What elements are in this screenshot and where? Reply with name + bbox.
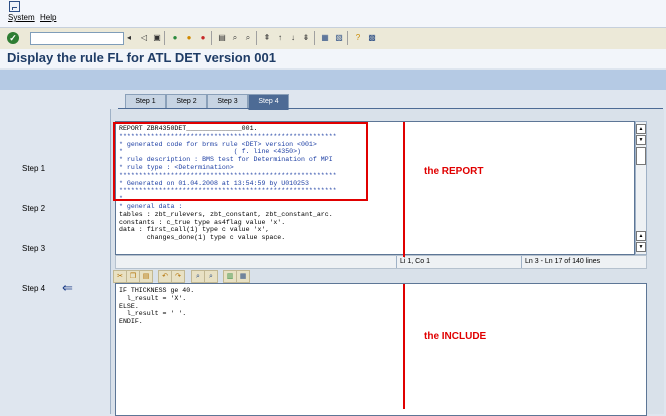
step-2-label: Step 2 (22, 204, 46, 213)
create-session-icon[interactable]: ▦ (320, 33, 330, 43)
tab-step-3[interactable]: Step 3 (207, 94, 248, 109)
include-code-editor[interactable]: IF THICKNESS ge 40. l_result = 'X'. ELSE.… (115, 283, 647, 416)
menu-bar: System Help (0, 0, 666, 28)
find-icon[interactable]: ⌕ (230, 33, 240, 43)
system-menu-icon[interactable] (9, 1, 20, 12)
toolbar-separator (347, 31, 348, 45)
menu-item-system[interactable]: System (8, 13, 35, 22)
include-code-line: l_result = 'X'. (119, 294, 187, 302)
report-annotation-line (403, 122, 405, 257)
report-annotation-label: the REPORT (424, 166, 484, 177)
redo-icon[interactable]: ↷ (171, 270, 185, 283)
previous-entries-icon[interactable]: ◁ (139, 33, 149, 43)
scroll-up-icon[interactable]: ▲ (636, 231, 646, 241)
exit-icon[interactable]: ● (184, 33, 194, 43)
include-annotation-line (403, 284, 405, 409)
standard-toolbar: ✓ ◂ ◁ ▣ ● ● ● ▤ ⌕ ⌕ ⇞ ↑ ↓ ⇟ ▦ ▧ ? ▩ (0, 28, 666, 50)
include-code-line: IF THICKNESS ge 40. (119, 287, 195, 294)
report-code-line: * general data : (119, 203, 183, 210)
command-dropdown-icon[interactable]: ◂ (124, 33, 134, 43)
page-title: Display the rule FL for ATL DET version … (7, 50, 276, 65)
toolbar-separator (164, 31, 165, 45)
tab-step-2[interactable]: Step 2 (166, 94, 207, 109)
include-code-line: ENDIF. (119, 318, 143, 326)
step-1-label: Step 1 (22, 164, 46, 173)
toolbar-separator (211, 31, 212, 45)
include-code-line: l_result = ' '. (119, 310, 187, 318)
insert-icon[interactable]: ▦ (236, 270, 250, 283)
paste-icon[interactable]: ▤ (139, 270, 153, 283)
report-code-line: constants : c_true type as4flag value 'x… (119, 218, 286, 226)
last-page-icon[interactable]: ⇟ (301, 33, 311, 43)
tab-step-1[interactable]: Step 1 (125, 94, 166, 109)
copy-icon[interactable]: ❐ (126, 270, 140, 283)
editor-status-bar: Li 1, Co 1 Ln 3 - Ln 17 of 140 lines (115, 255, 647, 269)
line-range: Ln 3 - Ln 17 of 140 lines (521, 256, 600, 268)
application-toolbar (0, 70, 666, 90)
cursor-position: Li 1, Co 1 (396, 256, 430, 268)
step-4-label: Step 4 (22, 284, 46, 293)
find-next-icon[interactable]: ⌕ (204, 270, 218, 283)
cut-icon[interactable]: ✂ (113, 270, 127, 283)
block-icon[interactable]: ▥ (223, 270, 237, 283)
layout-icon[interactable]: ▩ (367, 33, 377, 43)
menu-item-help[interactable]: Help (40, 13, 56, 22)
enter-icon[interactable]: ✓ (7, 32, 19, 44)
report-header-highlight (113, 122, 368, 201)
editor-toolbar: ✂ ❐ ▤ ↶ ↷ ⌕ ⌕ ▥ ▦ (113, 268, 250, 283)
scroll-up-icon[interactable]: ▲ (636, 124, 646, 134)
find-next-icon[interactable]: ⌕ (243, 33, 253, 43)
report-code-line: data : first_call(1) type c value 'x', (119, 226, 270, 234)
command-field[interactable] (30, 32, 124, 45)
include-code-line: ELSE. (119, 302, 139, 310)
previous-page-icon[interactable]: ↑ (275, 33, 285, 43)
report-code-line: changes_done(1) type c value space. (119, 234, 286, 242)
back-icon[interactable]: ● (170, 33, 180, 43)
tab-strip: Step 1 Step 2 Step 3 Step 4 (118, 94, 661, 110)
cancel-icon[interactable]: ● (198, 33, 208, 43)
include-annotation-label: the INCLUDE (424, 331, 487, 342)
undo-icon[interactable]: ↶ (158, 270, 172, 283)
save-icon[interactable]: ▣ (152, 33, 162, 43)
first-page-icon[interactable]: ⇞ (262, 33, 272, 43)
next-page-icon[interactable]: ↓ (288, 33, 298, 43)
report-scrollbar[interactable]: ▲ ▼ ▲ ▼ (635, 121, 647, 255)
scroll-down-icon[interactable]: ▼ (636, 135, 646, 145)
scroll-thumb[interactable] (636, 147, 646, 165)
tab-underline (118, 108, 663, 109)
report-code-line: tables : zbt_rulevers, zbt_constant, zbt… (119, 210, 333, 218)
toolbar-separator (256, 31, 257, 45)
scroll-down-icon[interactable]: ▼ (636, 242, 646, 252)
step-3-label: Step 3 (22, 244, 46, 253)
toolbar-separator (314, 31, 315, 45)
shortcut-icon[interactable]: ▧ (334, 33, 344, 43)
find-icon[interactable]: ⌕ (191, 270, 205, 283)
current-step-arrow-icon: ⇐ (62, 280, 73, 295)
help-icon[interactable]: ? (353, 33, 363, 43)
print-icon[interactable]: ▤ (217, 33, 227, 43)
